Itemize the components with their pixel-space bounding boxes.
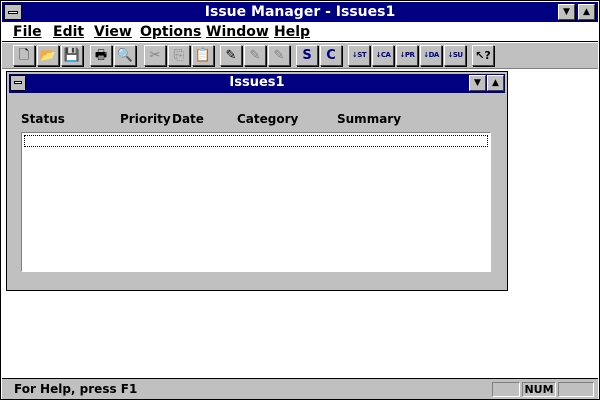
issues-child-window: Issues1 ▼ ▲ Status Priority Date Categor… bbox=[6, 71, 508, 291]
print-preview-icon: 🔍 bbox=[116, 48, 134, 63]
column-header-priority[interactable]: Priority bbox=[120, 112, 171, 126]
new-button[interactable]: 🗋 bbox=[13, 45, 35, 66]
edit-issue-icon: ✎ bbox=[249, 48, 261, 63]
new-issue-button[interactable]: ✎ bbox=[220, 45, 242, 66]
child-window-title: Issues1 bbox=[229, 75, 285, 90]
menu-file-label: File bbox=[13, 24, 42, 40]
status-bar: For Help, press F1 NUM bbox=[2, 378, 598, 399]
sort-priority-icon: ↓PR bbox=[399, 51, 415, 59]
status-panel-scroll bbox=[558, 382, 594, 397]
delete-issue-icon: ✎ bbox=[273, 48, 285, 63]
menu-bar: File Edit View Options Window Help bbox=[2, 22, 598, 42]
sort-status-icon: ↓ST bbox=[351, 51, 367, 59]
window-title: Issue Manager - Issues1 bbox=[204, 4, 396, 20]
minimize-icon: ▼ bbox=[474, 78, 481, 88]
paste-button[interactable]: 📋 bbox=[192, 45, 214, 66]
sort-category-button[interactable]: ↓CA bbox=[372, 45, 394, 66]
category-report-button[interactable]: C bbox=[320, 45, 342, 66]
status-panel-num: NUM bbox=[522, 382, 556, 397]
save-disk-icon: 💾 bbox=[63, 48, 81, 63]
minimize-icon: ▼ bbox=[563, 7, 570, 17]
delete-issue-button[interactable]: ✎ bbox=[268, 45, 290, 66]
menu-options-label: Options bbox=[140, 24, 202, 40]
menu-file[interactable]: File bbox=[13, 24, 42, 40]
column-header-summary[interactable]: Summary bbox=[337, 112, 401, 126]
print-icon: 🖶 bbox=[94, 48, 108, 63]
status-panel-caps bbox=[492, 382, 520, 397]
minimize-button[interactable]: ▼ bbox=[558, 4, 575, 20]
menu-edit[interactable]: Edit bbox=[53, 24, 84, 40]
status-help-text: For Help, press F1 bbox=[14, 382, 138, 396]
child-title-bar[interactable]: Issues1 ▼ ▲ bbox=[9, 74, 505, 93]
copy-button[interactable]: ⎘ bbox=[168, 45, 190, 66]
sort-category-icon: ↓CA bbox=[375, 51, 391, 59]
list-focus-row[interactable] bbox=[24, 135, 488, 147]
maximize-icon: ▲ bbox=[492, 78, 499, 88]
edit-issue-button[interactable]: ✎ bbox=[244, 45, 266, 66]
application-window: Issue Manager - Issues1 ▼ ▲ File Edit Vi… bbox=[0, 0, 600, 400]
save-button[interactable]: 💾 bbox=[61, 45, 83, 66]
open-button[interactable]: 📂 bbox=[37, 45, 59, 66]
new-document-icon: 🗋 bbox=[18, 48, 30, 63]
child-minimize-button[interactable]: ▼ bbox=[469, 75, 486, 91]
sort-date-button[interactable]: ↓DA bbox=[420, 45, 442, 66]
sort-summary-icon: ↓SU bbox=[447, 51, 463, 59]
cut-icon: ✂ bbox=[149, 48, 161, 63]
menu-view[interactable]: View bbox=[94, 24, 132, 40]
print-button[interactable]: 🖶 bbox=[90, 45, 112, 66]
paste-icon: 📋 bbox=[194, 48, 212, 63]
child-maximize-button[interactable]: ▲ bbox=[487, 75, 504, 91]
maximize-icon: ▲ bbox=[583, 7, 590, 17]
summary-report-icon: S bbox=[302, 48, 312, 63]
cut-button[interactable]: ✂ bbox=[144, 45, 166, 66]
summary-report-button[interactable]: S bbox=[296, 45, 318, 66]
menu-window[interactable]: Window bbox=[206, 24, 269, 40]
menu-edit-label: Edit bbox=[53, 24, 85, 40]
issues-view: Status Priority Date Category Summary bbox=[11, 94, 503, 284]
copy-icon: ⎘ bbox=[173, 48, 185, 63]
sort-date-icon: ↓DA bbox=[423, 51, 439, 59]
category-report-icon: C bbox=[326, 48, 336, 63]
menu-options[interactable]: Options bbox=[140, 24, 201, 40]
menu-view-label: View bbox=[94, 24, 132, 40]
toolbar: 🗋 📂 💾 🖶 🔍 ✂ ⎘ 📋 ✎ ✎ ✎ S C ↓ST ↓CA ↓PR ↓D… bbox=[2, 43, 598, 69]
menu-help[interactable]: Help bbox=[274, 24, 310, 40]
column-header-date[interactable]: Date bbox=[172, 112, 204, 126]
column-header-status[interactable]: Status bbox=[21, 112, 65, 126]
sort-summary-button[interactable]: ↓SU bbox=[444, 45, 466, 66]
context-help-button[interactable]: ↖? bbox=[472, 45, 494, 66]
new-issue-icon: ✎ bbox=[225, 48, 237, 63]
issues-list[interactable] bbox=[21, 132, 491, 272]
open-folder-icon: 📂 bbox=[39, 48, 57, 63]
print-preview-button[interactable]: 🔍 bbox=[114, 45, 136, 66]
menu-help-label: Help bbox=[274, 24, 311, 40]
title-bar[interactable]: Issue Manager - Issues1 ▼ ▲ bbox=[2, 2, 598, 22]
sort-status-button[interactable]: ↓ST bbox=[348, 45, 370, 66]
context-help-icon: ↖? bbox=[475, 49, 491, 62]
sort-priority-button[interactable]: ↓PR bbox=[396, 45, 418, 66]
column-header-category[interactable]: Category bbox=[237, 112, 298, 126]
menu-window-label: Window bbox=[206, 24, 269, 40]
maximize-button[interactable]: ▲ bbox=[578, 4, 595, 20]
